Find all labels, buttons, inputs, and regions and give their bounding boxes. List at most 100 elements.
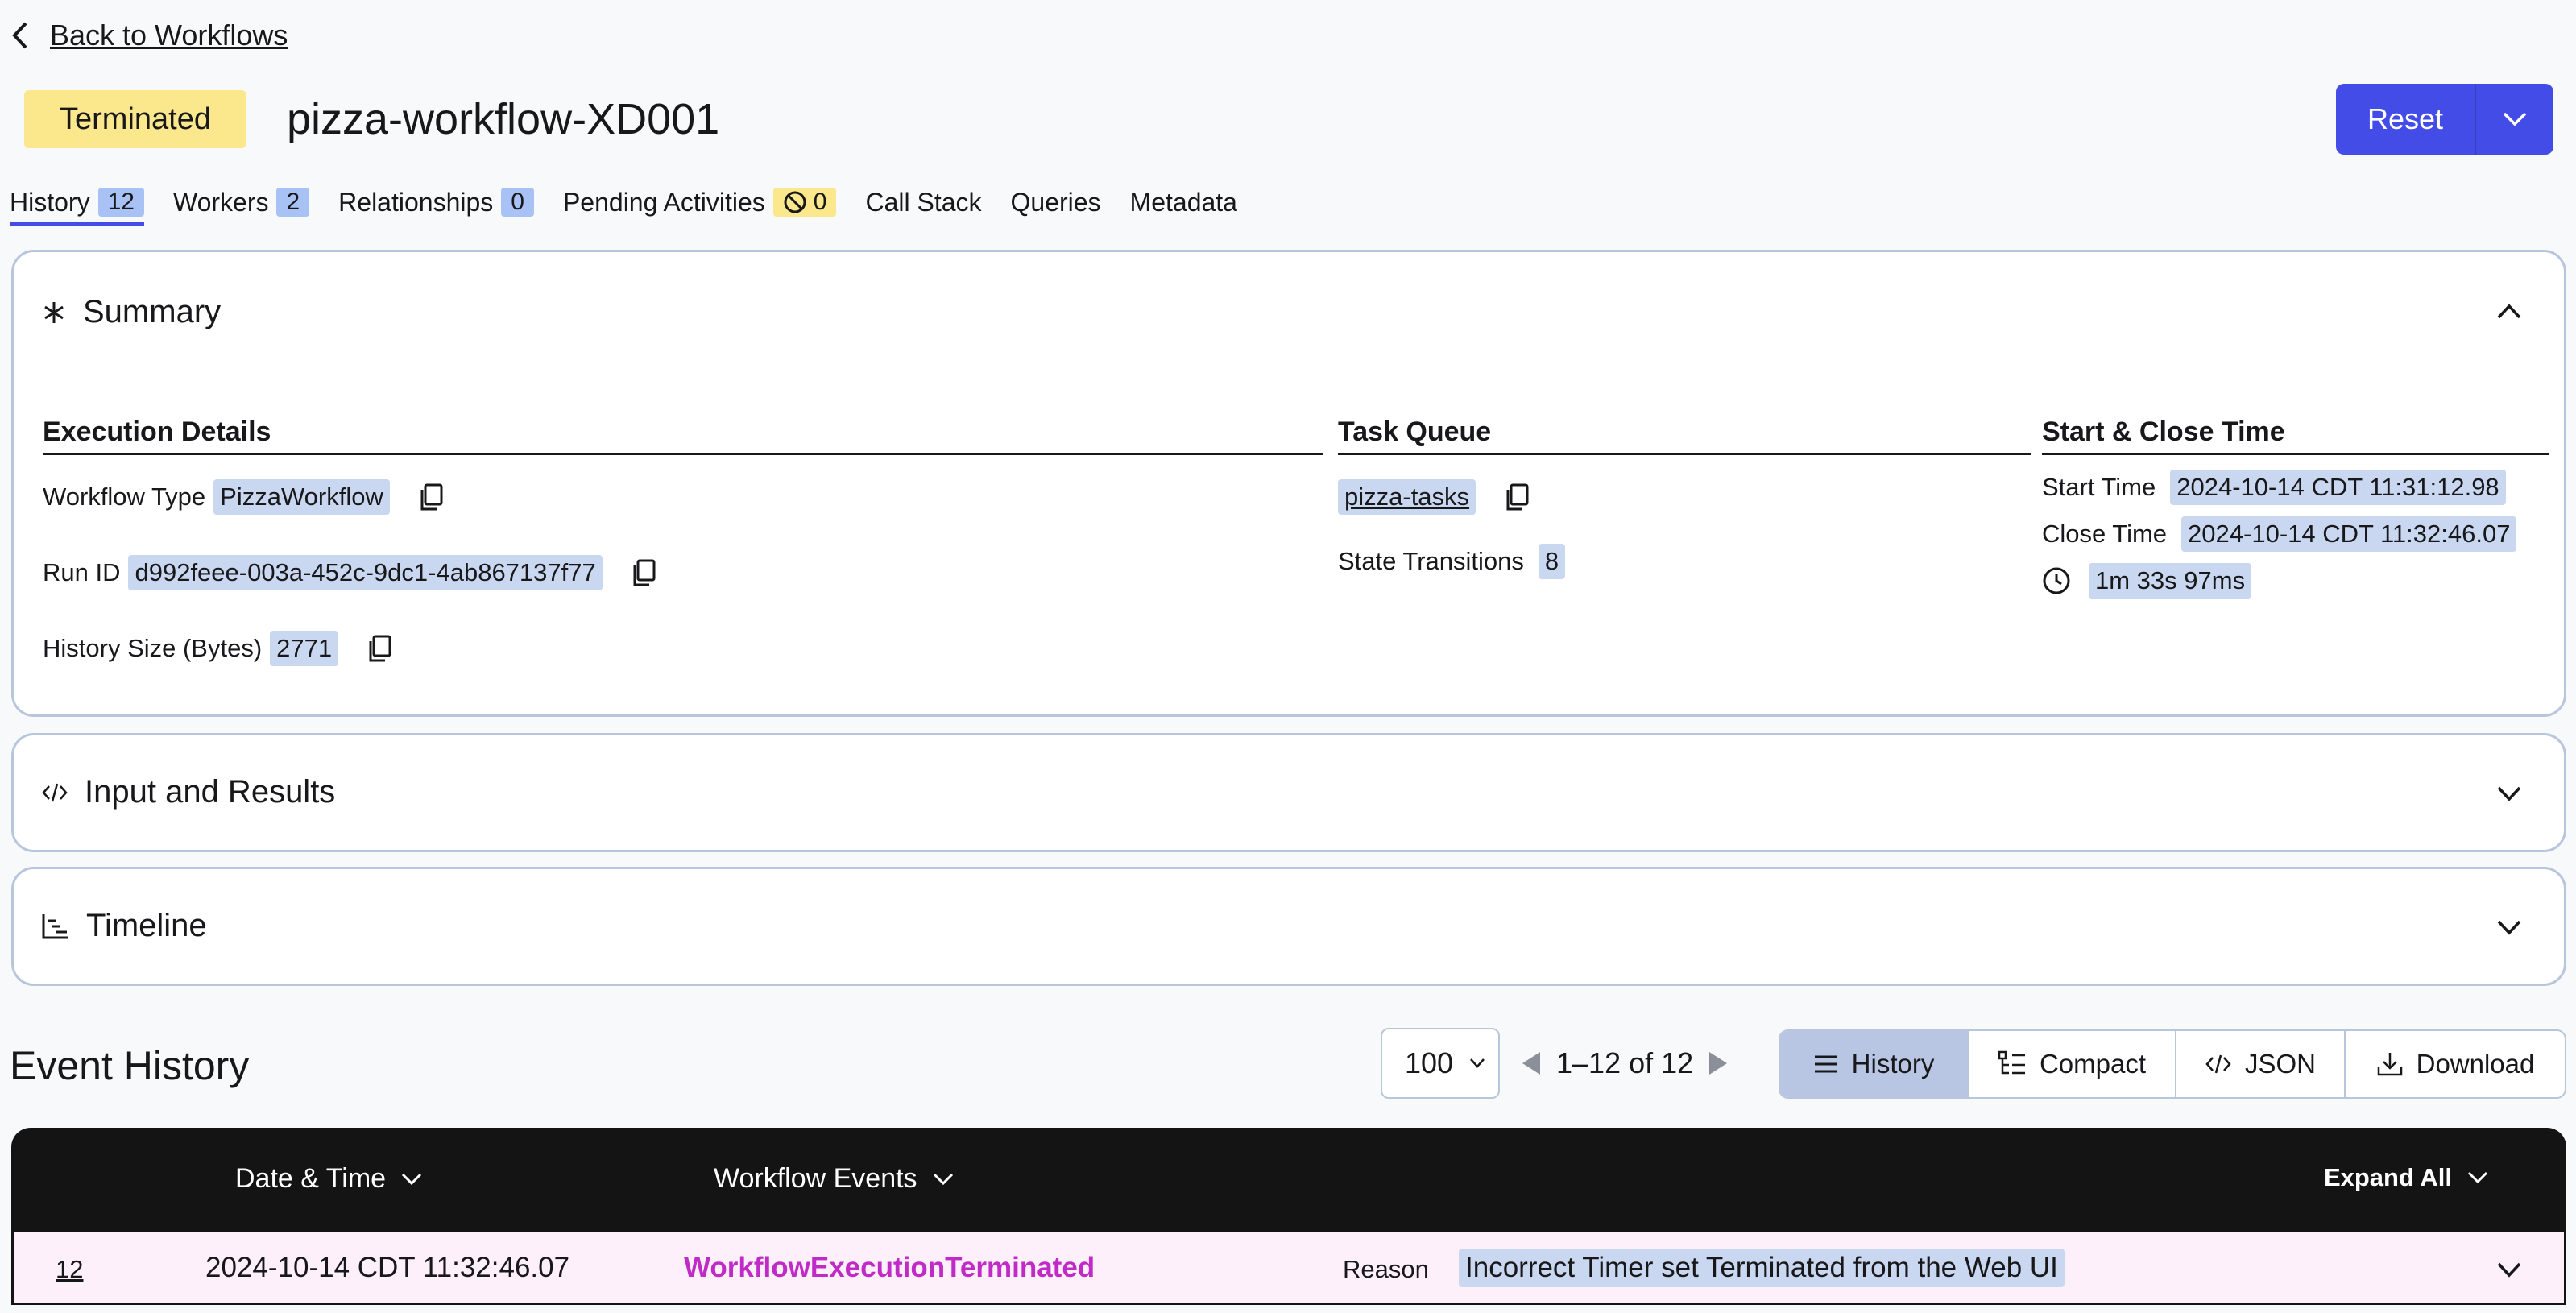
back-to-workflows-link[interactable]: Back to Workflows [11, 18, 288, 53]
code-icon [42, 783, 68, 801]
copy-icon[interactable] [417, 483, 445, 512]
run-id-label: Run ID [43, 558, 121, 586]
download-button[interactable]: Download [2346, 1031, 2565, 1097]
page-size-value: 100 [1405, 1046, 1454, 1079]
close-time-row: Close Time 2024-10-14 CDT 11:32:46.07 [2042, 516, 2549, 552]
chevron-down-icon[interactable] [2496, 1261, 2522, 1279]
close-time-value: 2024-10-14 CDT 11:32:46.07 [2181, 516, 2517, 552]
tab-workers[interactable]: Workers 2 [173, 182, 310, 222]
timeline-title: Timeline [86, 908, 207, 943]
tab-count: 0 [501, 188, 534, 217]
chevron-down-icon[interactable] [2496, 785, 2522, 803]
chevron-down-icon [1470, 1058, 1485, 1068]
view-label: Download [2416, 1049, 2535, 1079]
history-size-row: History Size (Bytes) 2771 [43, 631, 1323, 666]
view-label: History [1851, 1049, 1935, 1079]
summary-header[interactable]: Summary [41, 294, 221, 330]
column-label: Date & Time [235, 1163, 387, 1194]
chevron-down-icon [2467, 1171, 2488, 1184]
state-transitions-value: 8 [1538, 544, 1566, 579]
tab-label: Pending Activities [562, 187, 765, 217]
chevron-down-icon [2503, 112, 2527, 126]
page-size-select[interactable]: 100 [1381, 1028, 1500, 1099]
chevron-down-icon[interactable] [2496, 919, 2522, 937]
tab-metadata[interactable]: Metadata [1130, 182, 1237, 222]
view-label: Compact [2039, 1049, 2147, 1079]
summary-title: Summary [83, 294, 222, 329]
page-range: 1–12 of 12 [1556, 1046, 1694, 1079]
event-table-header: Date & Time Workflow Events Expand All [11, 1128, 2566, 1232]
workflow-type-label: Workflow Type [43, 483, 206, 511]
task-queue-details: Task Queue pizza-tasks State Transitions… [1338, 416, 2031, 579]
event-history-title: Event History [10, 1043, 250, 1088]
clock-icon [2043, 567, 2070, 594]
tab-history[interactable]: History 12 [10, 182, 144, 226]
task-queue-link[interactable]: pizza-tasks [1338, 479, 1476, 515]
start-time-label: Start Time [2042, 473, 2156, 501]
event-type: WorkflowExecutionTerminated [684, 1252, 1095, 1283]
tab-queries[interactable]: Queries [1011, 182, 1101, 222]
start-close-time: Start & Close Time Start Time 2024-10-14… [2042, 416, 2549, 599]
pagination: 1–12 of 12 [1522, 1042, 1728, 1084]
workflow-type-row: Workflow Type PizzaWorkflow [43, 479, 1323, 515]
status-badge: Terminated [24, 90, 246, 148]
copy-icon[interactable] [366, 634, 393, 663]
timeline-chart-icon [42, 913, 68, 938]
back-link-label: Back to Workflows [50, 19, 288, 52]
input-results-card[interactable]: Input and Results [11, 733, 2566, 852]
input-results-header: Input and Results [41, 774, 335, 810]
tab-label: Queries [1010, 187, 1101, 217]
task-queue-row: pizza-tasks [1338, 479, 2031, 515]
column-label: Workflow Events [714, 1163, 917, 1194]
workflow-events-column-header[interactable]: Workflow Events [714, 1163, 955, 1195]
chevron-down-icon [402, 1173, 422, 1185]
reason-value: Incorrect Timer set Terminated from the … [1459, 1249, 2065, 1287]
execution-details: Execution Details Workflow Type PizzaWor… [43, 416, 1323, 666]
copy-icon[interactable] [630, 558, 657, 587]
asterisk-icon [44, 301, 64, 323]
previous-page-button[interactable] [1522, 1052, 1540, 1075]
tab-count: 2 [276, 188, 310, 217]
pending-count: 0 [813, 188, 827, 215]
tab-label: History [10, 187, 90, 217]
tab-count: 0 [772, 188, 837, 217]
date-time-column-header[interactable]: Date & Time [235, 1163, 423, 1195]
reset-options-button[interactable] [2476, 84, 2553, 155]
tree-icon [1998, 1050, 2025, 1075]
input-results-title: Input and Results [85, 774, 336, 810]
tab-pending-activities[interactable]: Pending Activities 0 [563, 182, 837, 222]
reset-button-group: Reset [2336, 84, 2553, 155]
tab-label: Call Stack [865, 187, 982, 217]
timeline-card[interactable]: Timeline [11, 867, 2566, 986]
chevron-up-icon[interactable] [2496, 302, 2522, 320]
run-id-row: Run ID d992feee-003a-452c-9dc1-4ab867137… [43, 555, 1323, 590]
page-title: pizza-workflow-XD001 [287, 95, 720, 143]
duration-value: 1m 33s 97ms [2089, 563, 2252, 599]
tab-label: Relationships [338, 187, 494, 217]
timeline-header: Timeline [41, 908, 207, 944]
times-heading: Start & Close Time [2042, 416, 2549, 455]
view-mode-group: History Compact JSON Download [1779, 1029, 2566, 1099]
reset-button[interactable]: Reset [2336, 84, 2475, 155]
table-row[interactable]: 12 2024-10-14 CDT 11:32:46.07 WorkflowEx… [11, 1232, 2566, 1305]
run-id-value: d992feee-003a-452c-9dc1-4ab867137f77 [128, 555, 603, 590]
history-size-value: 2771 [270, 631, 339, 666]
expand-all-button[interactable]: Expand All [2324, 1163, 2489, 1192]
copy-icon[interactable] [1503, 483, 1530, 512]
prohibited-icon [784, 191, 806, 213]
history-view-button[interactable]: History [1780, 1031, 1969, 1097]
tab-call-stack[interactable]: Call Stack [865, 182, 981, 222]
event-time: 2024-10-14 CDT 11:32:46.07 [205, 1252, 570, 1283]
workflow-tabs: History 12 Workers 2 Relationships 0 Pen… [10, 182, 1266, 226]
tab-relationships[interactable]: Relationships 0 [338, 182, 534, 222]
history-size-label: History Size (Bytes) [43, 634, 263, 662]
next-page-button[interactable] [1709, 1052, 1728, 1075]
expand-all-label: Expand All [2323, 1163, 2452, 1191]
task-queue-heading: Task Queue [1338, 416, 2031, 455]
event-id-link[interactable]: 12 [56, 1255, 83, 1284]
state-transitions-label: State Transitions [1338, 547, 1524, 575]
compact-view-button[interactable]: Compact [1969, 1031, 2176, 1097]
summary-card: Summary Execution Details Workflow Type … [11, 250, 2566, 717]
json-view-button[interactable]: JSON [2176, 1031, 2346, 1097]
start-time-value: 2024-10-14 CDT 11:31:12.98 [2170, 470, 2506, 505]
